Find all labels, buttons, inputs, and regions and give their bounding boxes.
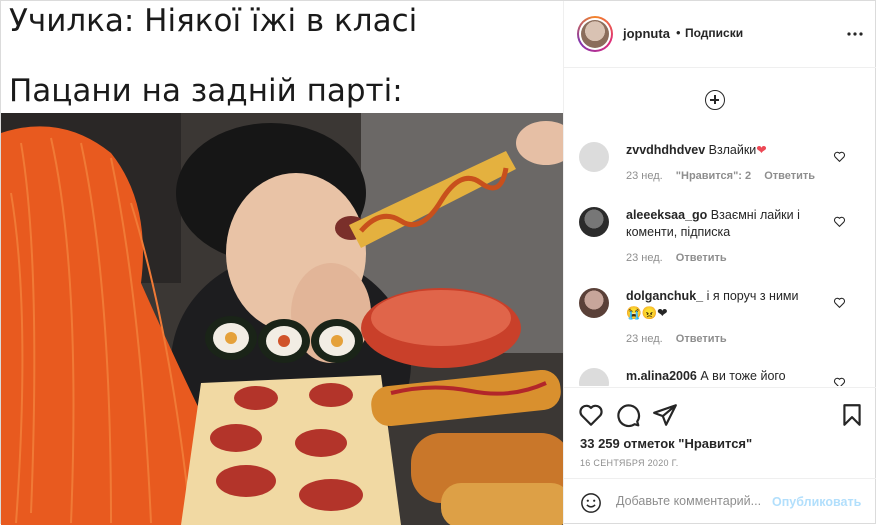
smiley-icon[interactable] [580, 492, 602, 514]
post-photo [1, 113, 563, 525]
comment-text: Взлайки [708, 143, 757, 157]
post-header: jopnuta • Подписки [564, 1, 876, 68]
heart-icon[interactable] [833, 150, 846, 163]
avatar[interactable] [579, 288, 609, 318]
likes-count[interactable]: 33 259 отметок "Нравится" [580, 436, 752, 451]
reply-button[interactable]: Ответить [764, 170, 815, 182]
heart-icon[interactable] [578, 402, 604, 428]
comment-username[interactable]: m.alina2006 [626, 369, 697, 383]
reply-button[interactable]: Ответить [676, 252, 727, 264]
comments-list: zvvdhdhdvev Взлайки❤ 23 нед. "Нравится":… [564, 68, 876, 386]
avatar[interactable] [577, 16, 613, 52]
add-comment-bar: Опубликовать [564, 478, 876, 527]
separator-dot: • [676, 25, 681, 40]
meme-caption-line-2: Пацани на задній парті: [9, 73, 403, 109]
avatar[interactable] [579, 142, 609, 172]
comment-username[interactable]: aleeeksaa_go [626, 208, 707, 222]
post-media[interactable]: Училка: Ніякої їжі в класі Пацани на зад… [1, 1, 563, 525]
comment-emoji: ❤ [756, 143, 767, 157]
comment-text: А ви тоже його [700, 369, 786, 383]
comment-text: і я поруч з ними [706, 289, 799, 303]
comment-time[interactable]: 23 нед. [626, 252, 663, 264]
instagram-post: Училка: Ніякої їжі в класі Пацани на зад… [0, 0, 876, 525]
paper-plane-icon[interactable] [652, 402, 678, 428]
post-date[interactable]: 16 СЕНТЯБРЯ 2020 Г. [580, 458, 679, 468]
following-button[interactable]: Подписки [685, 26, 743, 40]
heart-icon[interactable] [833, 296, 846, 309]
meme-caption-line-1: Училка: Ніякої їжі в класі [9, 3, 418, 39]
heart-icon[interactable] [833, 376, 846, 386]
avatar[interactable] [579, 207, 609, 237]
username-link[interactable]: jopnuta [623, 26, 670, 41]
heart-icon[interactable] [833, 215, 846, 228]
avatar[interactable] [579, 368, 609, 386]
more-horizontal-icon[interactable] [847, 32, 863, 36]
post-actions: 33 259 отметок "Нравится" 16 СЕНТЯБРЯ 20… [564, 387, 876, 526]
comment-time[interactable]: 23 нед. [626, 333, 663, 345]
comment-username[interactable]: zvvdhdhdvev [626, 143, 705, 157]
publish-button[interactable]: Опубликовать [772, 495, 861, 509]
reply-button[interactable]: Ответить [676, 333, 727, 345]
kimbap [205, 316, 363, 363]
comment-emoji: 😭😠❤ [626, 306, 668, 320]
plus-circle-icon[interactable] [705, 90, 725, 110]
comment-time[interactable]: 23 нед. [626, 170, 663, 182]
comment-likes-count[interactable]: "Нравится": 2 [676, 170, 751, 182]
comment-icon[interactable] [615, 402, 641, 428]
comment-input[interactable] [616, 494, 776, 508]
bookmark-icon[interactable] [839, 402, 865, 428]
post-sidebar: jopnuta • Подписки zvvdhdhdvev Взлайки❤ … [563, 1, 876, 525]
comment-username[interactable]: dolganchuk_ [626, 289, 703, 303]
